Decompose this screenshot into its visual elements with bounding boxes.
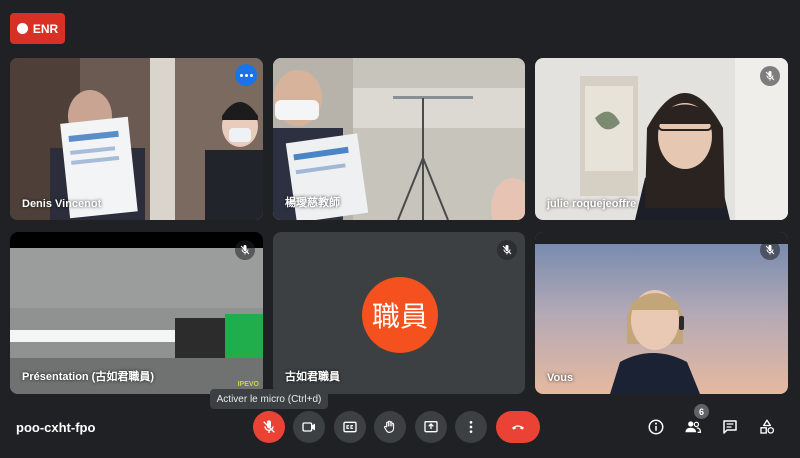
mic-tooltip: Activer le micro (Ctrl+d) [210, 389, 328, 409]
ipevo-logo: IPEVO [237, 381, 259, 388]
video-feed [535, 232, 788, 394]
participant-name: 古如君職員 [285, 371, 340, 383]
captions-icon [343, 421, 357, 433]
present-screen-button[interactable] [415, 411, 447, 443]
camera-icon [302, 422, 315, 432]
more-options-icon[interactable] [235, 64, 257, 86]
people-icon [685, 421, 702, 433]
more-options-button[interactable] [455, 411, 487, 443]
recording-badge: ENR [10, 13, 65, 44]
participant-tile-yang[interactable]: 楊璦慈教師 [273, 58, 525, 220]
record-dot-icon [16, 23, 28, 34]
leave-call-button[interactable] [496, 411, 540, 443]
presentation-tile[interactable]: IPEVO Présentation (古如君職員) [10, 232, 263, 394]
activities-button[interactable] [754, 414, 780, 440]
participant-count-badge: 6 [694, 404, 709, 419]
activities-icon [760, 419, 775, 434]
participant-name: 楊璦慈教師 [285, 197, 340, 209]
video-feed [535, 58, 788, 220]
participant-tile-gu[interactable]: 職員 古如君職員 [273, 232, 525, 394]
raise-hand-button[interactable] [374, 411, 406, 443]
more-vert-icon [469, 421, 473, 433]
video-feed [10, 58, 263, 220]
mic-off-indicator-icon [497, 240, 517, 260]
participant-name: Vous [547, 372, 574, 384]
mic-off-indicator-icon [760, 240, 780, 260]
participant-name: julie roquejeoffre [547, 198, 637, 210]
self-view-tile[interactable]: Vous [535, 232, 788, 394]
camera-toggle-button[interactable] [293, 411, 325, 443]
mic-off-indicator-icon [235, 240, 255, 260]
avatar: 職員 [362, 277, 438, 353]
participant-name: Denis Vincenot [22, 198, 102, 210]
meeting-code: poo-cxht-fpo [16, 420, 96, 435]
hang-up-icon [512, 425, 524, 430]
meeting-details-button[interactable] [643, 414, 669, 440]
present-icon [424, 421, 438, 433]
presentation-name: Présentation (古如君職員) [22, 371, 155, 383]
mic-off-indicator-icon [760, 66, 780, 86]
mic-off-icon [263, 420, 275, 433]
participant-tile-denis[interactable]: Denis Vincenot [10, 58, 263, 220]
mic-toggle-button[interactable] [253, 411, 285, 443]
chat-button[interactable] [717, 414, 743, 440]
hand-icon [384, 420, 395, 433]
info-icon [648, 419, 664, 435]
chat-icon [723, 420, 737, 434]
captions-button[interactable] [334, 411, 366, 443]
recording-label: ENR [32, 21, 59, 36]
participant-tile-julie[interactable]: julie roquejeoffre [535, 58, 788, 220]
